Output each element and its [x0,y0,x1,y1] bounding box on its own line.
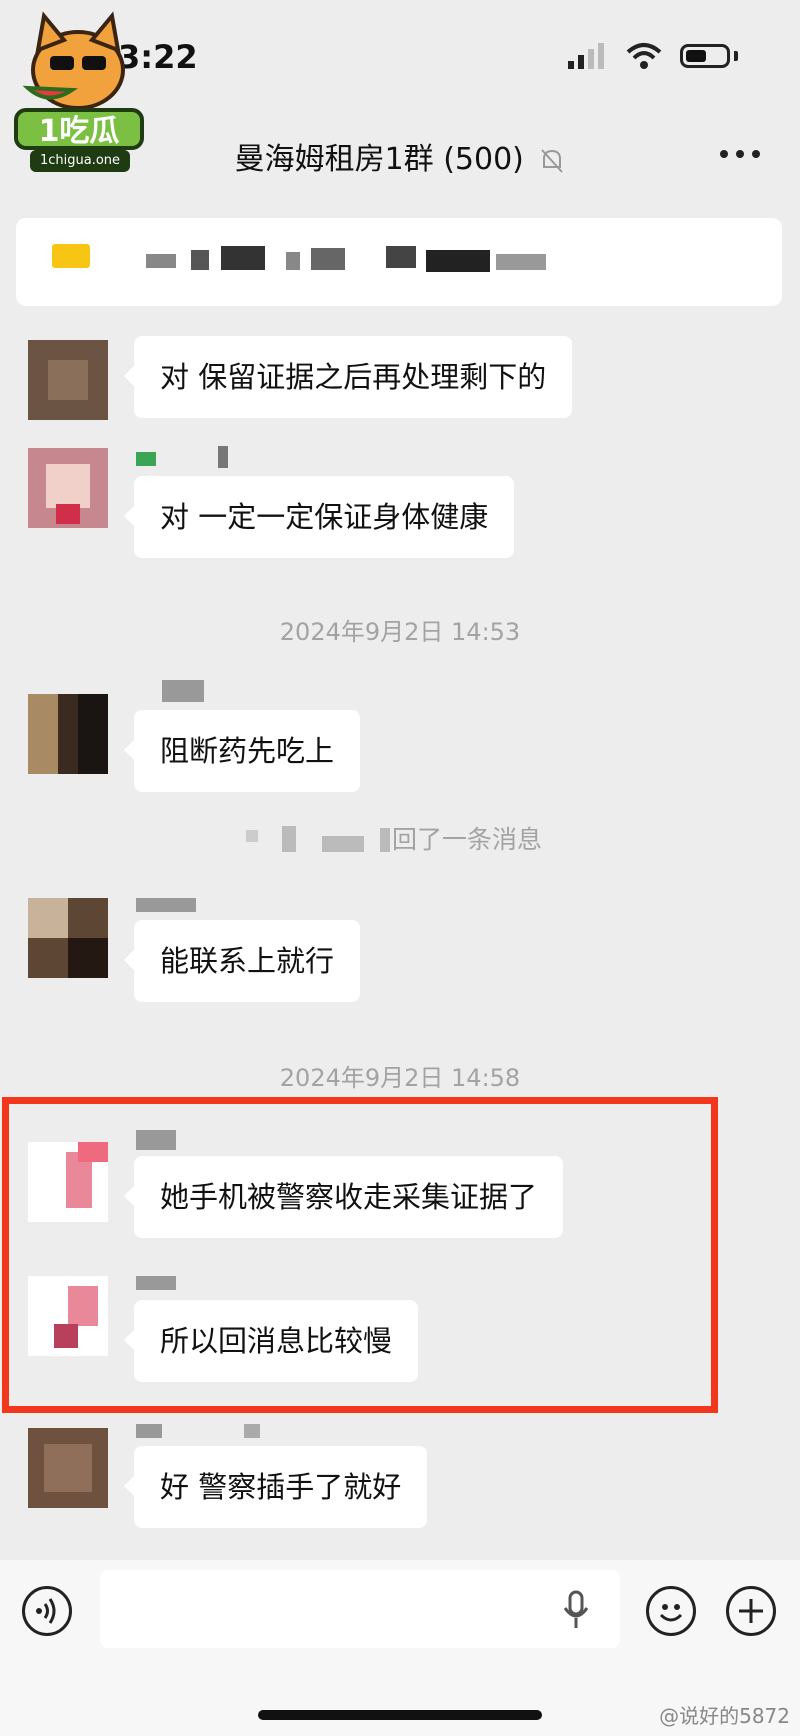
timestamp: 2024年9月2日 14:53 [279,618,521,646]
watermark: @说好的5872 [659,1704,790,1728]
sender-nickname [136,898,196,912]
home-indicator[interactable] [258,1710,542,1720]
mute-bell-icon [541,148,564,173]
message-bubble[interactable]: 对 保留证据之后再处理剩下的 [123,336,573,418]
more-options-icon[interactable] [720,150,760,158]
battery-icon [680,44,730,68]
message-bubble[interactable]: 她手机被警察收走采集证据了 [123,1156,564,1238]
avatar[interactable] [28,1428,108,1508]
message-bubble[interactable]: 好 警察插手了就好 [123,1446,428,1528]
more-actions-button[interactable] [726,1586,776,1636]
voice-input-button[interactable] [22,1586,72,1636]
message-bubble[interactable]: 所以回消息比较慢 [123,1300,419,1382]
dog-mascot-icon [22,11,125,110]
avatar[interactable] [28,1276,108,1356]
wifi-icon [626,43,662,69]
pinned-notice[interactable] [16,218,782,306]
avatar[interactable] [28,340,108,420]
status-icons [568,42,738,70]
avatar[interactable] [28,448,108,528]
notice-badge [52,244,90,268]
avatar[interactable] [28,898,108,978]
emoji-icon [659,1604,683,1622]
message-bubble[interactable]: 对 一定一定保证身体健康 [123,476,515,558]
avatar[interactable] [28,1142,108,1222]
chat-title: 曼海姆租房1群 (500) [0,134,800,178]
timestamp: 2024年9月2日 14:58 [279,1064,521,1092]
plus-icon [739,1599,763,1623]
signal-icon [568,43,604,69]
microphone-icon[interactable] [562,1590,590,1630]
message-bubble[interactable]: 阻断药先吃上 [123,710,361,792]
emoji-button[interactable] [646,1586,696,1636]
sender-nickname [162,680,204,702]
sender-nickname [136,1130,176,1150]
voice-icon [36,1598,56,1624]
sender-nickname [136,1276,176,1290]
sender-nickname [136,1424,162,1438]
message-input[interactable] [100,1570,620,1648]
sender-nickname [136,452,156,466]
avatar[interactable] [28,694,108,774]
chat-title-text: 曼海姆租房1群 (500) [234,142,524,177]
system-message: 回了一条消息 [392,825,543,854]
message-bubble[interactable]: 能联系上就行 [123,920,361,1002]
